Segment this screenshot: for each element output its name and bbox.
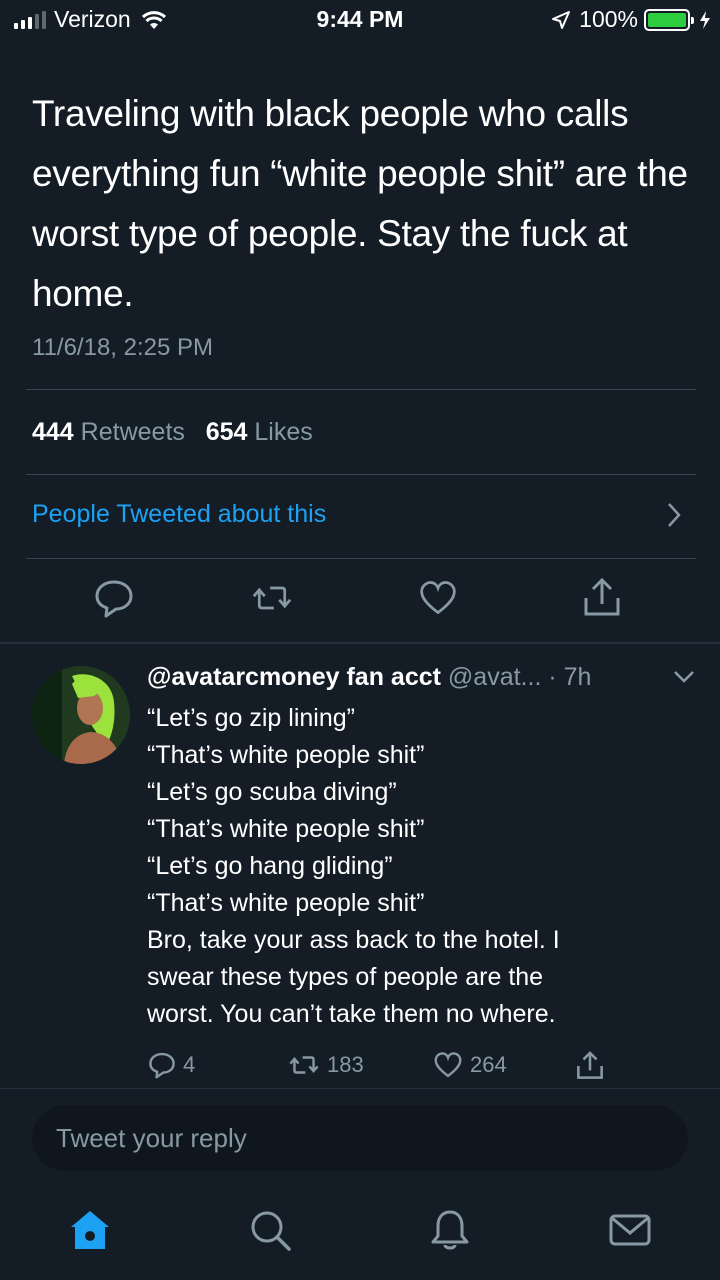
heart-icon (434, 1052, 462, 1078)
reply-icon[interactable] (94, 576, 134, 620)
home-icon[interactable] (68, 1208, 112, 1252)
reply-time: · 7h (548, 663, 592, 691)
battery-icon (644, 8, 694, 31)
reply-icon (149, 1052, 175, 1079)
status-bar: Verizon 9:44 PM 100% (0, 0, 720, 40)
retweet-icon (289, 1056, 319, 1074)
reply-line: “That’s white people shit” (147, 815, 425, 843)
chevron-down-icon[interactable] (673, 669, 695, 683)
reply-line: “Let’s go scuba diving” (147, 778, 397, 806)
reply-line: Bro, take your ass back to the hotel. I (147, 926, 560, 954)
reply-line: “That’s white people shit” (147, 889, 425, 917)
retweets-stat[interactable]: 444 Retweets (32, 418, 185, 446)
reply-text: “Let’s go zip lining” “That’s white peop… (147, 700, 677, 1033)
battery-percent: 100% (579, 6, 638, 32)
section-separator (0, 642, 720, 644)
reply-line: worst. You can’t take them no where. (147, 1000, 556, 1028)
share-icon[interactable] (582, 576, 622, 620)
divider (26, 389, 696, 390)
people-tweeted-label: People Tweeted about this (32, 500, 327, 528)
charging-icon (700, 10, 710, 29)
avatar-image (32, 666, 130, 764)
avatar[interactable] (32, 666, 130, 764)
reply-input[interactable] (32, 1105, 688, 1171)
location-icon (552, 10, 571, 29)
tweet-timestamp: 11/6/18, 2:25 PM (32, 334, 214, 361)
reply-author-handle[interactable]: @avat... (448, 663, 541, 691)
heart-icon[interactable] (418, 576, 458, 620)
reply-line: “Let’s go hang gliding” (147, 852, 393, 880)
reply-author-name[interactable]: @avatarcmoney fan acct (147, 663, 441, 691)
battery-group: 100% (551, 6, 712, 33)
reply-share-button[interactable] (575, 1050, 605, 1082)
likes-stat[interactable]: 654 Likes (206, 418, 313, 446)
messages-icon[interactable] (608, 1208, 652, 1252)
reply-like-button[interactable]: 264 (432, 1050, 507, 1080)
reply-count: 4 (183, 1052, 196, 1077)
tweet-text: Traveling with black people who calls ev… (32, 93, 688, 314)
reply-reply-button[interactable]: 4 (147, 1050, 195, 1080)
tab-bar (0, 1190, 720, 1280)
divider (26, 558, 696, 559)
divider (26, 474, 696, 475)
retweet-icon[interactable] (252, 576, 292, 620)
retweet-count: 183 (327, 1052, 364, 1077)
reply-action-bar: 4 183 264 (147, 1050, 667, 1086)
like-count: 264 (470, 1052, 507, 1077)
reply-line: swear these types of people are the (147, 963, 544, 991)
reply-header: @avatarcmoney fan acct @avat... · 7h (147, 663, 707, 692)
share-icon (577, 1051, 603, 1079)
chevron-right-icon (668, 503, 681, 527)
tweet-action-bar (0, 576, 720, 626)
reply-line: “That’s white people shit” (147, 741, 425, 769)
tweet-stats: 444 Retweets 654 Likes (32, 418, 313, 447)
notifications-icon[interactable] (428, 1208, 472, 1252)
reply-line: “Let’s go zip lining” (147, 704, 355, 732)
search-icon[interactable] (248, 1208, 292, 1252)
reply-retweet-button[interactable]: 183 (287, 1050, 364, 1080)
people-tweeted-link[interactable]: People Tweeted about this (32, 500, 692, 534)
